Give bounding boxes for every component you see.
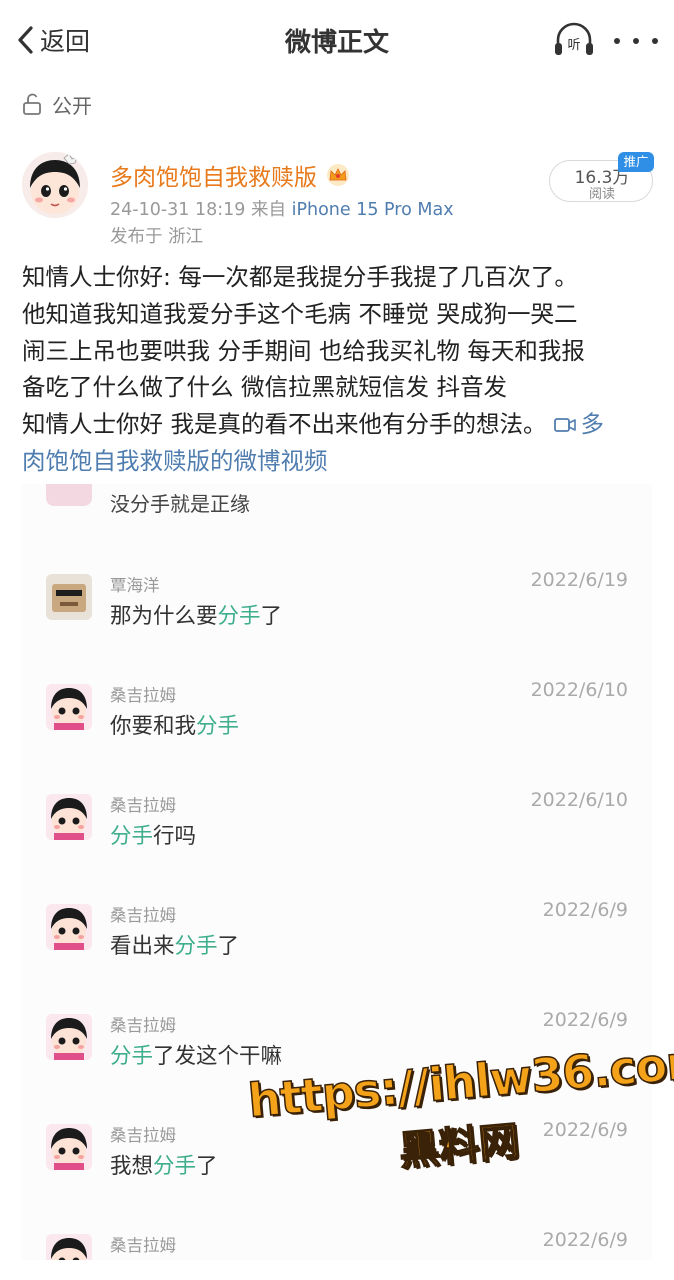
commenter-name: 桑吉拉姆 bbox=[110, 686, 176, 705]
comment-text-pre: 看出来 bbox=[110, 934, 175, 959]
post-meta: 24-10-31 18:19 来自 iPhone 15 Pro Max bbox=[110, 196, 454, 221]
comment-date: 2022/6/19 bbox=[530, 569, 628, 591]
chat-row: 桑吉拉姆 2022/6/9 我想分手了 bbox=[22, 1119, 652, 1222]
comment-keyword[interactable]: 分手 bbox=[218, 604, 261, 629]
chat-row: 桑吉拉姆 2022/6/10 分手行吗 bbox=[22, 789, 652, 892]
comment-text: 看出来分手了 bbox=[110, 929, 239, 960]
embedded-chat-screenshot[interactable]: 没分手就是正缘 覃海洋 2022/6/19 那为什么要分手了 桑吉拉姆 2022… bbox=[22, 484, 652, 1260]
chat-row: 覃海洋 2022/6/19 那为什么要分手了 bbox=[22, 569, 652, 672]
crown-badge-icon bbox=[327, 164, 349, 186]
commenter-name: 覃海洋 bbox=[110, 576, 160, 595]
avatar[interactable] bbox=[46, 1014, 92, 1060]
comment-text-pre: 你要和我 bbox=[110, 714, 197, 739]
promote-badge[interactable]: 推广 bbox=[618, 152, 654, 172]
listen-button[interactable]: 听 bbox=[552, 22, 596, 58]
cut-off-row: 没分手就是正缘 bbox=[22, 484, 652, 516]
avatar bbox=[46, 484, 92, 506]
avatar-image bbox=[46, 1234, 92, 1260]
comment-text: 分手了发这个干嘛 bbox=[110, 1039, 282, 1070]
avatar[interactable] bbox=[46, 684, 92, 730]
more-dot bbox=[614, 38, 620, 44]
post-line: 闹三上吊也要哄我 分手期间 也给我买礼物 每天和我报 bbox=[22, 336, 585, 365]
more-dot bbox=[633, 38, 639, 44]
more-dot bbox=[652, 38, 658, 44]
comment-text-pre: 我想 bbox=[110, 1154, 154, 1179]
commenter-name: 桑吉拉姆 bbox=[110, 1236, 176, 1255]
video-link-part-b[interactable]: 肉饱饱自我救赎版的微博视频 bbox=[22, 447, 328, 475]
comment-text-post: 行吗 bbox=[153, 824, 197, 849]
commenter-name: 桑吉拉姆 bbox=[110, 796, 176, 815]
comment-text-post: 了发这个干嘛 bbox=[153, 1044, 283, 1069]
avatar-image bbox=[46, 684, 92, 730]
avatar[interactable] bbox=[46, 904, 92, 950]
comment-date: 2022/6/10 bbox=[530, 789, 628, 811]
avatar-image bbox=[46, 1014, 92, 1060]
comment-keyword[interactable]: 分手 bbox=[196, 714, 239, 739]
comment-date: 2022/6/9 bbox=[542, 1229, 628, 1251]
avatar[interactable] bbox=[46, 794, 92, 840]
avatar-image bbox=[46, 1124, 92, 1170]
post-date: 24-10-31 18:19 bbox=[110, 200, 246, 220]
more-button[interactable] bbox=[614, 26, 658, 56]
comment-text-post: 了 bbox=[217, 934, 240, 959]
avatar[interactable] bbox=[46, 1124, 92, 1170]
visibility-label: 公开 bbox=[52, 93, 92, 118]
comment-keyword[interactable]: 分手 bbox=[153, 1154, 196, 1179]
unlock-icon bbox=[23, 93, 41, 115]
post-line: 他知道我知道我爱分手这个毛病 不睡觉 哭成狗一哭二 bbox=[22, 299, 578, 328]
comment-text: 我想分手了 bbox=[110, 1149, 218, 1180]
post-line: 知情人士你好: 每一次都是我提分手我提了几百次了。 bbox=[22, 263, 578, 291]
post-body: 知情人士你好: 每一次都是我提分手我提了几百次了。 他知道我知道我爱分手这个毛病… bbox=[22, 259, 656, 480]
post-location: 发布于 浙江 bbox=[110, 227, 204, 247]
listen-label: 听 bbox=[567, 38, 580, 53]
video-camera-icon bbox=[554, 418, 577, 433]
bottom-edge bbox=[0, 1262, 674, 1280]
post-line-with-link: 知情人士你好 我是真的看不出来他有分手的想法。 多 bbox=[22, 406, 656, 443]
post-line-text: 知情人士你好 我是真的看不出来他有分手的想法。 bbox=[22, 410, 547, 439]
avatar[interactable] bbox=[46, 1234, 92, 1260]
comment-keyword[interactable]: 分手 bbox=[175, 934, 218, 959]
comment-text: 分手行吗 bbox=[110, 819, 196, 850]
chat-row: 桑吉拉姆 2022/6/9 分手了发这个干嘛 bbox=[22, 1009, 652, 1112]
commenter-name: 桑吉拉姆 bbox=[110, 1016, 176, 1035]
device-source[interactable]: iPhone 15 Pro Max bbox=[292, 200, 454, 220]
comment-text: 你要和我分手 bbox=[110, 709, 239, 740]
visibility-row: 公开 bbox=[22, 88, 92, 120]
chat-row: 桑吉拉姆 2022/6/10 你要和我分手 bbox=[22, 679, 652, 782]
source-prefix: 来自 bbox=[251, 200, 287, 220]
top-navbar: 返回 微博正文 听 bbox=[0, 0, 674, 78]
comment-date: 2022/6/9 bbox=[542, 1009, 628, 1031]
comment-date: 2022/6/9 bbox=[542, 1119, 628, 1141]
author-name[interactable]: 多肉饱饱自我救赎版 bbox=[110, 158, 317, 192]
chat-row: 桑吉拉姆 2022/6/9 bbox=[22, 1229, 652, 1260]
author-name-row: 多肉饱饱自我救赎版 bbox=[110, 158, 351, 192]
commenter-name: 桑吉拉姆 bbox=[110, 906, 176, 925]
comment-keyword[interactable]: 分手 bbox=[110, 1044, 153, 1069]
read-count-label: 阅读 bbox=[588, 187, 615, 202]
author-avatar[interactable] bbox=[22, 152, 88, 218]
avatar-image bbox=[46, 904, 92, 950]
comment-text-pre: 那为什么要 bbox=[110, 604, 218, 629]
comment-text: 那为什么要分手了 bbox=[110, 599, 282, 630]
post-line: 肉饱饱自我救赎版的微博视频 bbox=[22, 443, 656, 480]
comment-text-post: 了 bbox=[196, 1154, 218, 1179]
author-avatar-image bbox=[22, 152, 88, 218]
comment-text-post: 了 bbox=[260, 604, 283, 629]
comment-date: 2022/6/10 bbox=[530, 679, 628, 701]
commenter-name: 桑吉拉姆 bbox=[110, 1126, 176, 1145]
comment-date: 2022/6/9 bbox=[542, 899, 628, 921]
avatar[interactable] bbox=[46, 574, 92, 620]
post-line: 备吃了什么做了什么 微信拉黑就短信发 抖音发 bbox=[22, 373, 507, 402]
avatar-image bbox=[46, 574, 92, 620]
headphones-icon: 听 bbox=[555, 22, 593, 55]
chat-row: 桑吉拉姆 2022/6/9 看出来分手了 bbox=[22, 899, 652, 1002]
comment-keyword[interactable]: 分手 bbox=[110, 824, 153, 849]
avatar-image bbox=[46, 794, 92, 840]
cut-off-message: 没分手就是正缘 bbox=[110, 492, 250, 516]
video-link-part-a[interactable]: 多 bbox=[580, 410, 604, 438]
